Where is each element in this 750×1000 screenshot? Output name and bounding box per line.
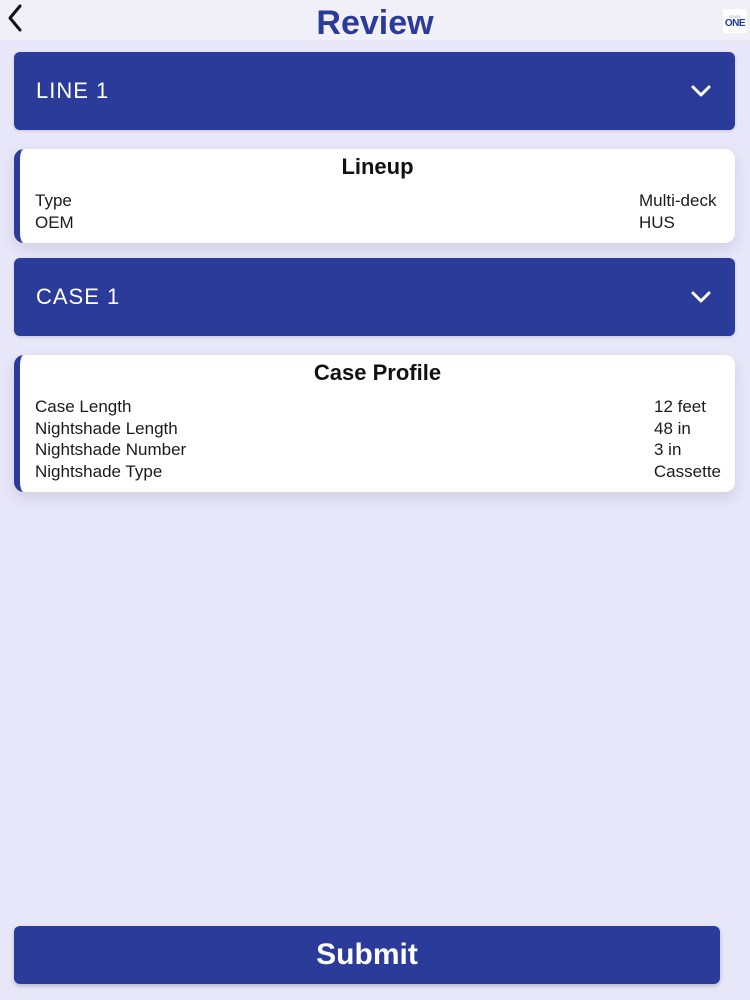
detail-row: Nightshade Length 48 in [35, 418, 721, 440]
line-accordion-label: LINE 1 [36, 78, 110, 103]
chevron-down-icon [691, 85, 711, 97]
row-label-nightshade-number: Nightshade Number [35, 440, 187, 459]
row-value-case-length: 12 feet [654, 397, 706, 416]
row-label-nightshade-type: Nightshade Type [35, 461, 163, 481]
case-accordion-label: CASE 1 [36, 284, 121, 309]
row-label-oem: OEM [35, 212, 74, 232]
case-profile-card-title: Case Profile [313, 360, 442, 385]
chevron-down-icon [691, 291, 711, 303]
page-title: Review [316, 4, 434, 42]
row-value-nightshade-type: Cassette [653, 461, 721, 481]
case-profile-card: Case Profile Case Length 12 feet Nightsh… [14, 355, 735, 492]
lineup-card-title: Lineup [341, 154, 414, 179]
submit-button[interactable]: Submit [14, 926, 720, 984]
case-accordion[interactable]: CASE 1 [14, 258, 735, 336]
row-label-type: Type [35, 191, 72, 210]
detail-row: Type Multi-deck [35, 190, 721, 212]
row-label-nightshade-length: Nightshade Length [35, 418, 178, 438]
row-value-nightshade-number: 3 in [654, 440, 682, 459]
logo-main-text: ONE [724, 17, 746, 29]
row-value-oem: HUS [639, 212, 675, 232]
line-accordion[interactable]: LINE 1 [14, 52, 735, 130]
lineup-card: Lineup Type Multi-deck OEM HUS [14, 149, 735, 243]
detail-row: Nightshade Type Cassette [35, 461, 721, 483]
row-value-type: Multi-deck [639, 191, 717, 210]
detail-row: Case Length 12 feet [35, 396, 721, 418]
detail-row: OEM HUS [35, 212, 721, 234]
detail-row: Nightshade Number 3 in [35, 439, 721, 461]
row-label-case-length: Case Length [35, 397, 132, 416]
company-logo: LEVEL ONE [723, 9, 747, 33]
header-bar: Review LEVEL ONE [0, 0, 750, 42]
row-value-nightshade-length: 48 in [654, 418, 691, 438]
